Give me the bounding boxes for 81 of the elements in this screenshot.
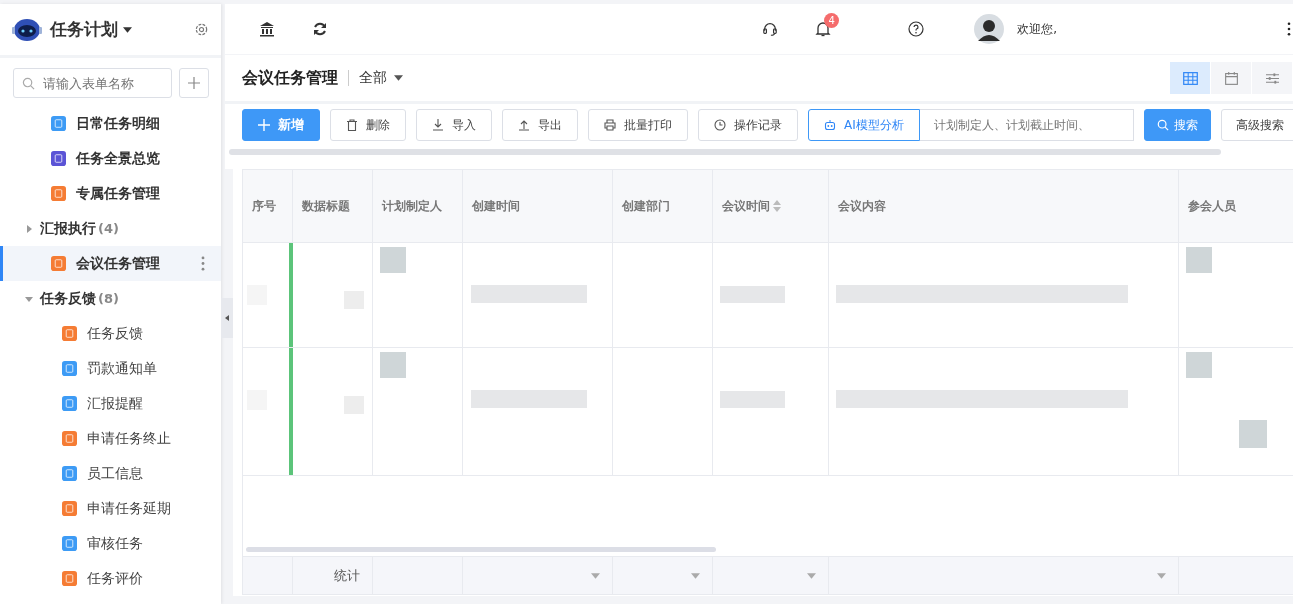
- advanced-search-button[interactable]: 高级搜索: [1220, 109, 1293, 141]
- toolbar-button[interactable]: 删除: [330, 109, 406, 141]
- nav-item[interactable]: 任务全景总览: [0, 141, 221, 176]
- column-header[interactable]: 会议内容: [829, 170, 1179, 242]
- toolbar-button[interactable]: AI模型分析: [808, 109, 920, 141]
- plus-icon: [258, 119, 270, 131]
- toolbar-button[interactable]: 导入: [416, 109, 492, 141]
- caret-icon: [25, 294, 33, 303]
- nav-item[interactable]: 日常任务明细: [0, 106, 221, 141]
- nav-item[interactable]: 申请任务延期: [0, 491, 221, 526]
- nav-item[interactable]: 会议任务管理: [0, 246, 221, 281]
- nav-item[interactable]: 专属任务管理: [0, 176, 221, 211]
- nav-item[interactable]: 汇报提醒: [0, 386, 221, 421]
- robot-logo-icon: [12, 16, 42, 43]
- blurred-avatar: [380, 247, 406, 273]
- page-title: 会议任务管理: [242, 67, 338, 89]
- sort-icon[interactable]: [773, 200, 781, 212]
- dropdown-caret-icon[interactable]: [1157, 572, 1166, 579]
- nav-group[interactable]: 任务反馈(8): [0, 281, 221, 316]
- nav-group[interactable]: 汇报执行(4): [0, 211, 221, 246]
- dropdown-caret-icon[interactable]: [591, 572, 600, 579]
- nav-item[interactable]: 任务评价: [0, 561, 221, 596]
- column-header[interactable]: 会议时间: [713, 170, 829, 242]
- caret-icon: [25, 224, 33, 233]
- refresh-icon[interactable]: [312, 21, 328, 37]
- column-header[interactable]: 创建时间: [463, 170, 613, 242]
- column-header[interactable]: 计划制定人: [373, 170, 463, 242]
- column-header[interactable]: 创建部门: [613, 170, 713, 242]
- dropdown-caret-icon[interactable]: [807, 572, 816, 579]
- greeting-text: 欢迎您,: [1017, 20, 1057, 38]
- notification-badge: 4: [824, 13, 840, 28]
- blurred-text: [720, 391, 785, 408]
- printer-icon: [604, 119, 616, 131]
- column-header[interactable]: 序号: [243, 170, 293, 242]
- search-icon: [1156, 119, 1169, 131]
- view-button[interactable]: [1170, 62, 1210, 94]
- avatar[interactable]: [974, 14, 1005, 44]
- view-button[interactable]: [1211, 62, 1251, 94]
- blurred-avatar: [380, 352, 406, 378]
- blurred-text: [720, 286, 785, 303]
- nav-item[interactable]: 员工信息: [0, 456, 221, 491]
- trash-icon: [346, 119, 358, 131]
- dropdown-caret-icon[interactable]: [691, 572, 700, 579]
- scrollbar[interactable]: [246, 547, 716, 552]
- column-header[interactable]: 数据标题: [293, 170, 373, 242]
- caret-icon[interactable]: [123, 26, 132, 33]
- view-button[interactable]: [1252, 62, 1292, 94]
- search-icon: [22, 77, 35, 90]
- app-title[interactable]: 任务计划: [50, 18, 118, 41]
- nav-item[interactable]: 任务反馈: [0, 316, 221, 351]
- download-icon: [432, 119, 444, 131]
- calendar-icon: [1224, 71, 1238, 85]
- upload-icon: [518, 119, 530, 131]
- footer-label: 统计: [334, 566, 360, 585]
- nav-item[interactable]: 申请任务终止: [0, 421, 221, 456]
- toolbar-button[interactable]: 导出: [502, 109, 578, 141]
- collapse-handle[interactable]: [221, 298, 233, 338]
- table-icon: [1182, 71, 1198, 85]
- column-header[interactable]: 参会人员: [1179, 170, 1293, 242]
- more-icon[interactable]: [1287, 22, 1291, 36]
- headset-icon[interactable]: [762, 21, 779, 37]
- blurred-avatar: [1186, 247, 1212, 273]
- blurred-avatar: [1186, 352, 1212, 378]
- filter-dropdown[interactable]: 全部: [359, 69, 387, 87]
- settings-icon[interactable]: [194, 22, 209, 37]
- toolbar-button[interactable]: 操作记录: [698, 109, 798, 141]
- sliders-icon: [1265, 71, 1279, 85]
- plus-icon: [188, 77, 200, 89]
- help-icon[interactable]: [908, 21, 925, 37]
- scrollbar[interactable]: [229, 149, 1221, 155]
- nav-item[interactable]: 罚款通知单: [0, 351, 221, 386]
- clock-icon: [714, 119, 726, 131]
- toolbar-button[interactable]: 批量打印: [588, 109, 688, 141]
- blurred-avatar: [1239, 420, 1267, 448]
- add-button[interactable]: [179, 68, 209, 98]
- caret-icon[interactable]: [394, 75, 403, 81]
- search-field[interactable]: 请输入表单名称: [13, 68, 172, 98]
- robot-icon: [824, 119, 836, 131]
- nav-item[interactable]: 审核任务: [0, 526, 221, 561]
- bank-icon[interactable]: [259, 21, 275, 37]
- search-field[interactable]: 计划制定人、计划截止时间、: [919, 109, 1134, 141]
